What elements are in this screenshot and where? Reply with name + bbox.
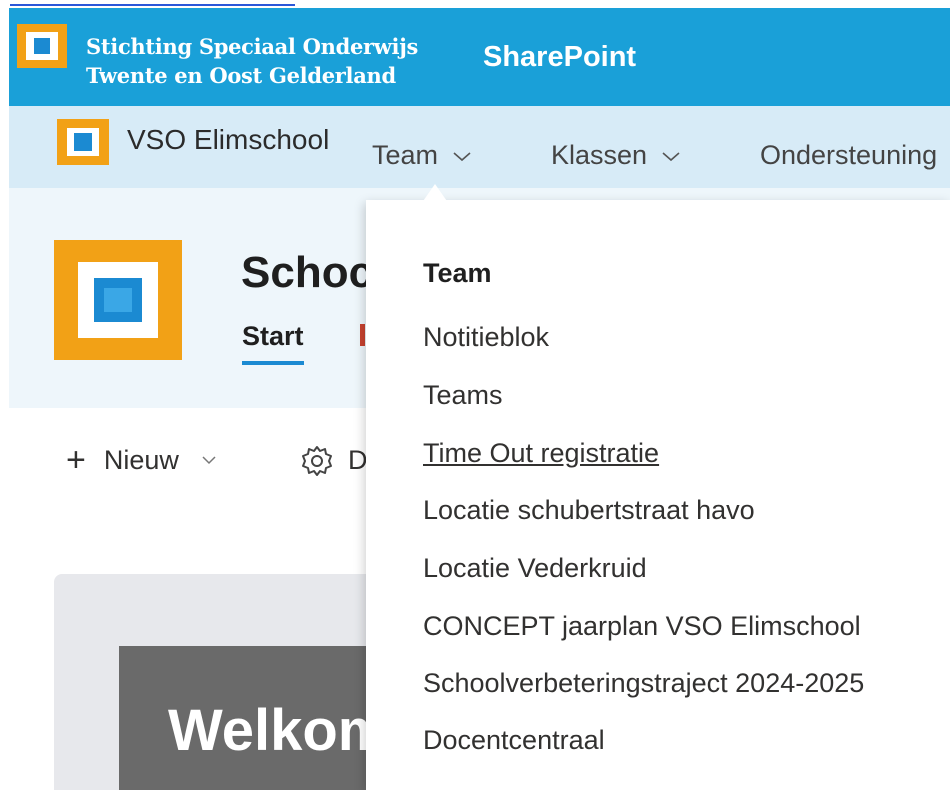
gear-button-label[interactable]: D [348, 445, 368, 476]
tab-next-partial[interactable] [360, 324, 365, 346]
hub-nav-item-label: Klassen [551, 140, 648, 170]
hub-nav-item-team[interactable]: Team [372, 140, 472, 171]
mega-menu-link-time-out-registratie[interactable]: Time Out registratie [423, 438, 659, 469]
mega-menu-link-locatie-schubertstraat-havo[interactable]: Locatie schubertstraat havo [423, 495, 755, 526]
mega-menu-heading[interactable]: Team [423, 258, 492, 289]
org-name[interactable]: Stichting Speciaal Onderwijs Twente en O… [86, 32, 418, 90]
org-logo[interactable] [16, 23, 68, 69]
hub-site-title[interactable]: VSO Elimschool [127, 124, 329, 156]
hub-nav-item-label: Team [372, 140, 439, 170]
site-logo [54, 240, 182, 360]
mega-menu-link-notitieblok[interactable]: Notitieblok [423, 322, 549, 353]
hub-site-logo[interactable] [56, 118, 110, 166]
org-name-line1: Stichting Speciaal Onderwijs [86, 34, 419, 59]
app-name[interactable]: SharePoint [483, 41, 636, 74]
tab-start[interactable]: Start [242, 321, 304, 352]
hub-nav-item-label: Ondersteuning [760, 140, 938, 170]
org-name-line2: Twente en Oost Gelderland [86, 63, 396, 88]
mega-menu-link-concept-jaarplan[interactable]: CONCEPT jaarplan VSO Elimschool [423, 611, 861, 642]
chevron-down-icon [662, 151, 680, 161]
chevron-down-icon [202, 456, 216, 465]
hero-text: Welkom [168, 698, 390, 763]
mega-menu-link-teams[interactable]: Teams [423, 380, 503, 411]
hub-nav-item-klassen[interactable]: Klassen [551, 140, 681, 171]
site-title: Schoc [241, 248, 374, 297]
mega-menu-caret [421, 184, 449, 204]
tab-start-active-indicator [242, 361, 304, 365]
new-button[interactable]: + Nieuw [66, 443, 217, 477]
mega-menu-link-schoolverbeteringstraject[interactable]: Schoolverbeteringstraject 2024-2025 [423, 668, 864, 699]
gear-icon[interactable] [300, 444, 334, 478]
chevron-down-icon [453, 151, 471, 161]
mega-menu-link-docentcentraal[interactable]: Docentcentraal [423, 725, 605, 756]
new-button-label: Nieuw [103, 444, 179, 475]
mega-menu-link-locatie-vederkruid[interactable]: Locatie Vederkruid [423, 553, 647, 584]
plus-icon: + [66, 441, 86, 479]
top-link-underline[interactable] [10, 4, 295, 6]
hub-nav-item-ondersteuning[interactable]: Ondersteuning [760, 140, 937, 171]
